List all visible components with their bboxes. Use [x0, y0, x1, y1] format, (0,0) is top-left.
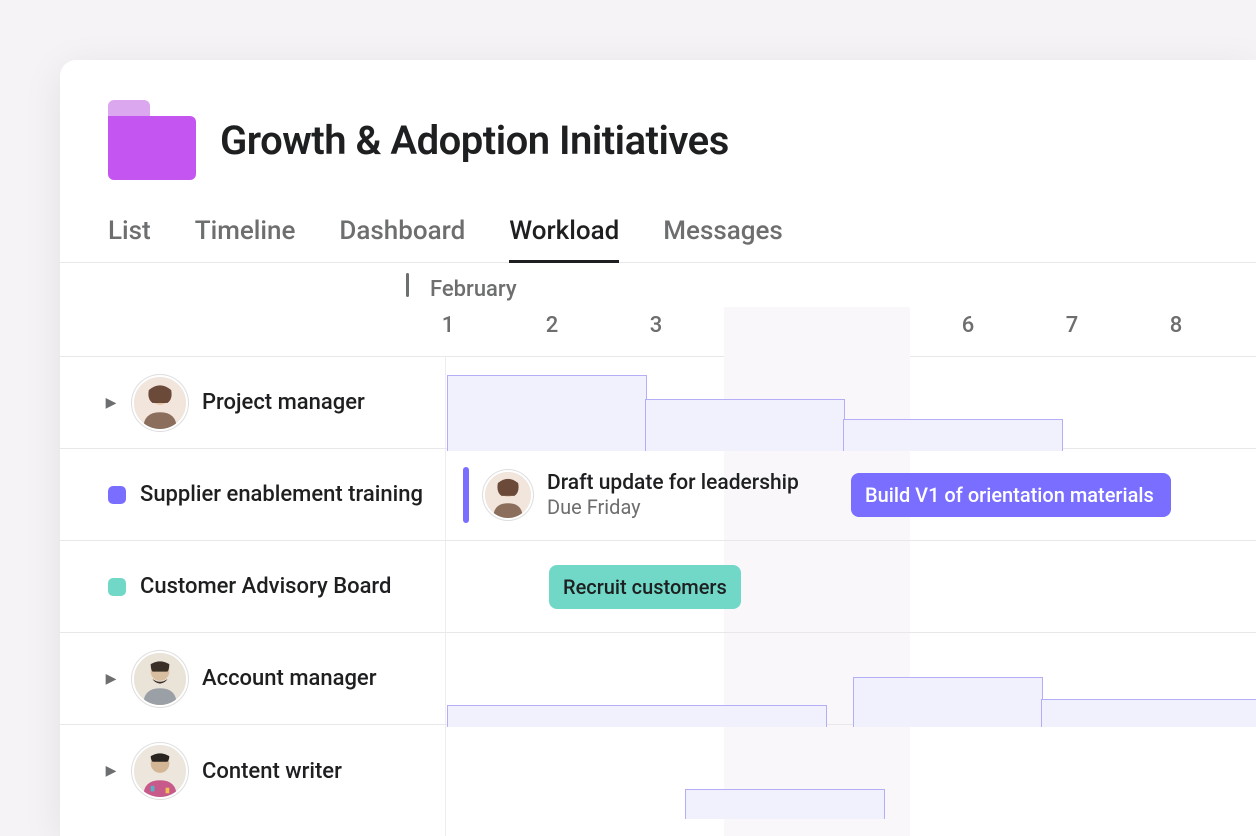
workload-band: [685, 789, 885, 819]
row-customer-advisory: Customer Advisory Board Recruit customer…: [60, 541, 1256, 633]
role-label: Project manager: [202, 390, 365, 415]
color-swatch: [108, 486, 126, 504]
task-title: Draft update for leadership: [547, 471, 799, 495]
avatar: [483, 470, 533, 520]
task-text: Draft update for leadership Due Friday: [547, 471, 799, 519]
tab-dashboard[interactable]: Dashboard: [339, 208, 465, 262]
task-build-orientation[interactable]: Build V1 of orientation materials: [851, 473, 1171, 517]
chevron-right-icon[interactable]: ▶: [104, 672, 118, 686]
workload-band: [843, 419, 1063, 451]
row-track[interactable]: [445, 633, 1256, 724]
chevron-right-icon[interactable]: ▶: [104, 764, 118, 778]
row-account-manager: ▶ Account manager: [60, 633, 1256, 725]
role-label: Account manager: [202, 666, 376, 691]
row-left[interactable]: Customer Advisory Board: [60, 541, 445, 632]
chevron-right-icon[interactable]: ▶: [104, 396, 118, 410]
tab-messages[interactable]: Messages: [663, 208, 783, 262]
date-6: 6: [916, 313, 1020, 338]
workload-band: [447, 705, 827, 727]
date-row: 1 2 3 4 5 6 7 8: [60, 313, 1256, 353]
row-left[interactable]: ▶ Account manager: [60, 633, 445, 724]
folder-icon: [108, 100, 196, 180]
tab-list[interactable]: List: [108, 208, 151, 262]
date-7: 7: [1020, 313, 1124, 338]
row-track[interactable]: Recruit customers: [445, 541, 1256, 632]
role-label: Content writer: [202, 759, 342, 784]
row-track[interactable]: Draft update for leadership Due Friday B…: [445, 449, 1256, 540]
workload-band: [447, 375, 647, 451]
row-left[interactable]: ▶ Project manager: [60, 357, 445, 448]
row-content-writer: ▶ Content writer: [60, 725, 1256, 817]
row-left[interactable]: Supplier enablement training: [60, 449, 445, 540]
date-8: 8: [1124, 313, 1228, 338]
task-due: Due Friday: [547, 495, 799, 519]
app-window: Growth & Adoption Initiatives List Timel…: [60, 60, 1256, 836]
row-track[interactable]: [445, 725, 1256, 817]
tab-workload[interactable]: Workload: [509, 208, 619, 262]
tabs: List Timeline Dashboard Workload Message…: [60, 208, 1256, 263]
project-label: Customer Advisory Board: [140, 574, 391, 599]
avatar: [132, 375, 188, 431]
page-title: Growth & Adoption Initiatives: [220, 117, 729, 164]
date-1: 1: [396, 313, 500, 338]
avatar: [132, 651, 188, 707]
header: Growth & Adoption Initiatives: [60, 60, 1256, 208]
row-left[interactable]: ▶ Content writer: [60, 725, 445, 817]
rows-container: ▶ Project manager Supplier enablement tr…: [60, 357, 1256, 817]
color-swatch: [108, 578, 126, 596]
project-label: Supplier enablement training: [140, 482, 423, 507]
date-3: 3: [604, 313, 708, 338]
workload-band: [1041, 699, 1256, 727]
task-accent-bar: [463, 467, 469, 523]
date-2: 2: [500, 313, 604, 338]
row-supplier-enablement: Supplier enablement training Draft updat…: [60, 449, 1256, 541]
month-label: February: [430, 277, 517, 302]
tab-timeline[interactable]: Timeline: [195, 208, 296, 262]
row-track[interactable]: [445, 357, 1256, 448]
task-recruit-customers[interactable]: Recruit customers: [549, 565, 741, 609]
task-label: Build V1 of orientation materials: [865, 483, 1154, 507]
month-tick: [406, 273, 409, 297]
timeline-header: February 1 2 3 4 5 6 7 8: [60, 263, 1256, 357]
avatar: [132, 743, 188, 799]
row-project-manager: ▶ Project manager: [60, 357, 1256, 449]
workload-band: [645, 399, 845, 451]
task-draft-update[interactable]: Draft update for leadership Due Friday: [463, 465, 799, 525]
task-label: Recruit customers: [563, 575, 727, 599]
workload-band: [853, 677, 1043, 727]
